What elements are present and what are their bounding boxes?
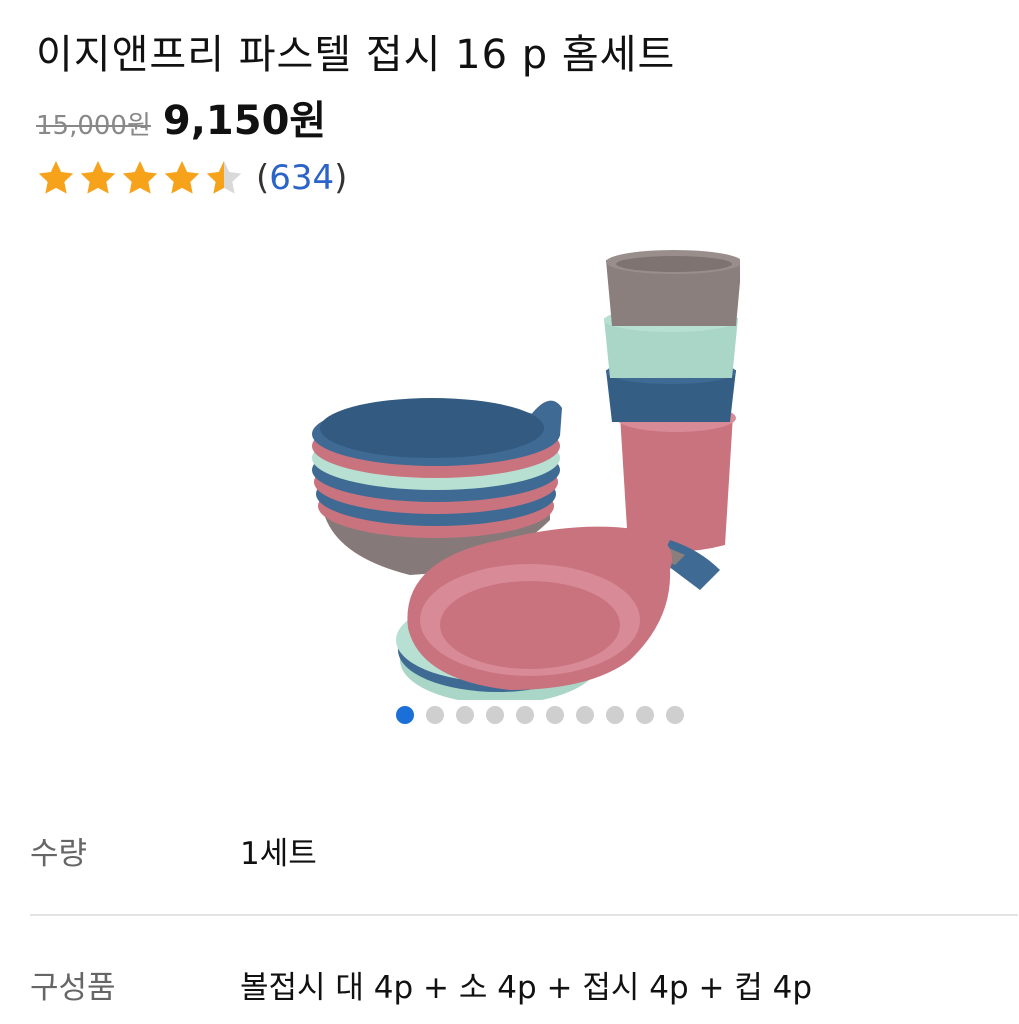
star-half-icon [206, 161, 242, 194]
page-dot[interactable] [546, 706, 564, 724]
quantity-label: 수량 [30, 836, 88, 872]
price-row: 15,000원 9,150원 [36, 88, 326, 146]
divider [30, 914, 1018, 916]
gallery-pagination [396, 706, 684, 724]
page-dot-active[interactable] [396, 706, 414, 724]
page-dot[interactable] [576, 706, 594, 724]
page-dot[interactable] [426, 706, 444, 724]
review-open-paren: ( [256, 158, 270, 198]
components-label: 구성품 [30, 970, 116, 1006]
page-dot[interactable] [636, 706, 654, 724]
star-icon [122, 161, 158, 194]
star-icon [80, 161, 116, 194]
sale-price: 9,150원 [162, 98, 327, 144]
star-icon [164, 161, 200, 194]
cup-stack [604, 250, 740, 552]
page-dot[interactable] [516, 706, 534, 724]
review-close-paren: ) [334, 158, 348, 198]
product-image[interactable] [300, 240, 740, 700]
quantity-row: 수량 1세트 [30, 828, 1018, 873]
review-count-link[interactable]: (634) [256, 158, 347, 198]
components-row: 구성품 볼접시 대 4p + 소 4p + 접시 4p + 컵 4p [30, 962, 1018, 1007]
star-icon [38, 161, 74, 194]
star-rating [36, 158, 244, 198]
page-dot[interactable] [606, 706, 624, 724]
page-dot[interactable] [486, 706, 504, 724]
page-dot[interactable] [666, 706, 684, 724]
page-dot[interactable] [456, 706, 474, 724]
quantity-value: 1세트 [240, 836, 317, 872]
components-value: 볼접시 대 4p + 소 4p + 접시 4p + 컵 4p [240, 970, 813, 1006]
review-count[interactable]: 634 [269, 158, 334, 198]
original-price: 15,000원 [36, 111, 151, 141]
product-title: 이지앤프리 파스텔 접시 16 p 홈세트 [36, 32, 676, 78]
rating-row[interactable]: (634) [36, 158, 347, 198]
